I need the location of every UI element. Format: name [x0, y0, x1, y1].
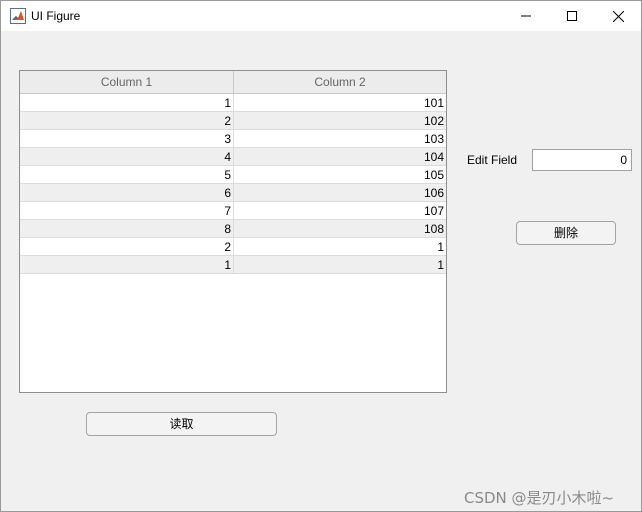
- table-row[interactable]: 5 105: [20, 166, 446, 184]
- table-cell[interactable]: 1: [20, 256, 233, 274]
- table-cell[interactable]: 107: [233, 202, 446, 220]
- table-cell[interactable]: 2: [20, 238, 233, 256]
- table-cell[interactable]: 103: [233, 130, 446, 148]
- table-header: Column 1 Column 2: [20, 71, 446, 94]
- table-cell[interactable]: 7: [20, 202, 233, 220]
- table-row[interactable]: 2 1: [20, 238, 446, 256]
- table-row[interactable]: 3 103: [20, 130, 446, 148]
- table-cell[interactable]: 104: [233, 148, 446, 166]
- close-icon: [612, 10, 624, 22]
- table-cell[interactable]: 2: [20, 112, 233, 130]
- matlab-icon: [10, 8, 26, 24]
- table-cell[interactable]: 106: [233, 184, 446, 202]
- data-table[interactable]: Column 1 Column 2 1 101 2 102 3 103 4 10…: [19, 70, 447, 393]
- table-row[interactable]: 7 107: [20, 202, 446, 220]
- table-cell[interactable]: 6: [20, 184, 233, 202]
- delete-button[interactable]: 删除: [516, 221, 616, 245]
- maximize-icon: [567, 11, 577, 21]
- table-cell[interactable]: 4: [20, 148, 233, 166]
- table-cell[interactable]: 102: [233, 112, 446, 130]
- table-cell[interactable]: 3: [20, 130, 233, 148]
- watermark: CSDN @是刃小木啦~: [464, 489, 615, 507]
- minimize-icon: [521, 15, 531, 17]
- table-row[interactable]: 6 106: [20, 184, 446, 202]
- app-window: UI Figure Column 1 Column 2 1 101 2 102: [0, 0, 642, 512]
- table-body: 1 101 2 102 3 103 4 104 5 105 6 106 7 10…: [20, 94, 446, 274]
- table-cell[interactable]: 8: [20, 220, 233, 238]
- close-button[interactable]: [595, 1, 641, 31]
- table-row[interactable]: 2 102: [20, 112, 446, 130]
- column-header[interactable]: Column 1: [20, 71, 233, 93]
- table-cell[interactable]: 1: [20, 94, 233, 112]
- table-cell[interactable]: 108: [233, 220, 446, 238]
- table-cell[interactable]: 105: [233, 166, 446, 184]
- table-cell[interactable]: 5: [20, 166, 233, 184]
- table-cell[interactable]: 101: [233, 94, 446, 112]
- table-cell[interactable]: 1: [233, 238, 446, 256]
- table-row[interactable]: 8 108: [20, 220, 446, 238]
- table-row[interactable]: 1 101: [20, 94, 446, 112]
- read-button[interactable]: 读取: [86, 412, 277, 436]
- minimize-button[interactable]: [503, 1, 549, 31]
- edit-field-input[interactable]: 0: [532, 149, 632, 171]
- edit-field-label: Edit Field: [467, 153, 518, 167]
- title-bar[interactable]: UI Figure: [1, 1, 641, 31]
- table-row[interactable]: 4 104: [20, 148, 446, 166]
- table-row[interactable]: 1 1: [20, 256, 446, 274]
- maximize-button[interactable]: [549, 1, 595, 31]
- column-header[interactable]: Column 2: [233, 71, 446, 93]
- table-cell[interactable]: 1: [233, 256, 446, 274]
- window-title: UI Figure: [31, 9, 81, 23]
